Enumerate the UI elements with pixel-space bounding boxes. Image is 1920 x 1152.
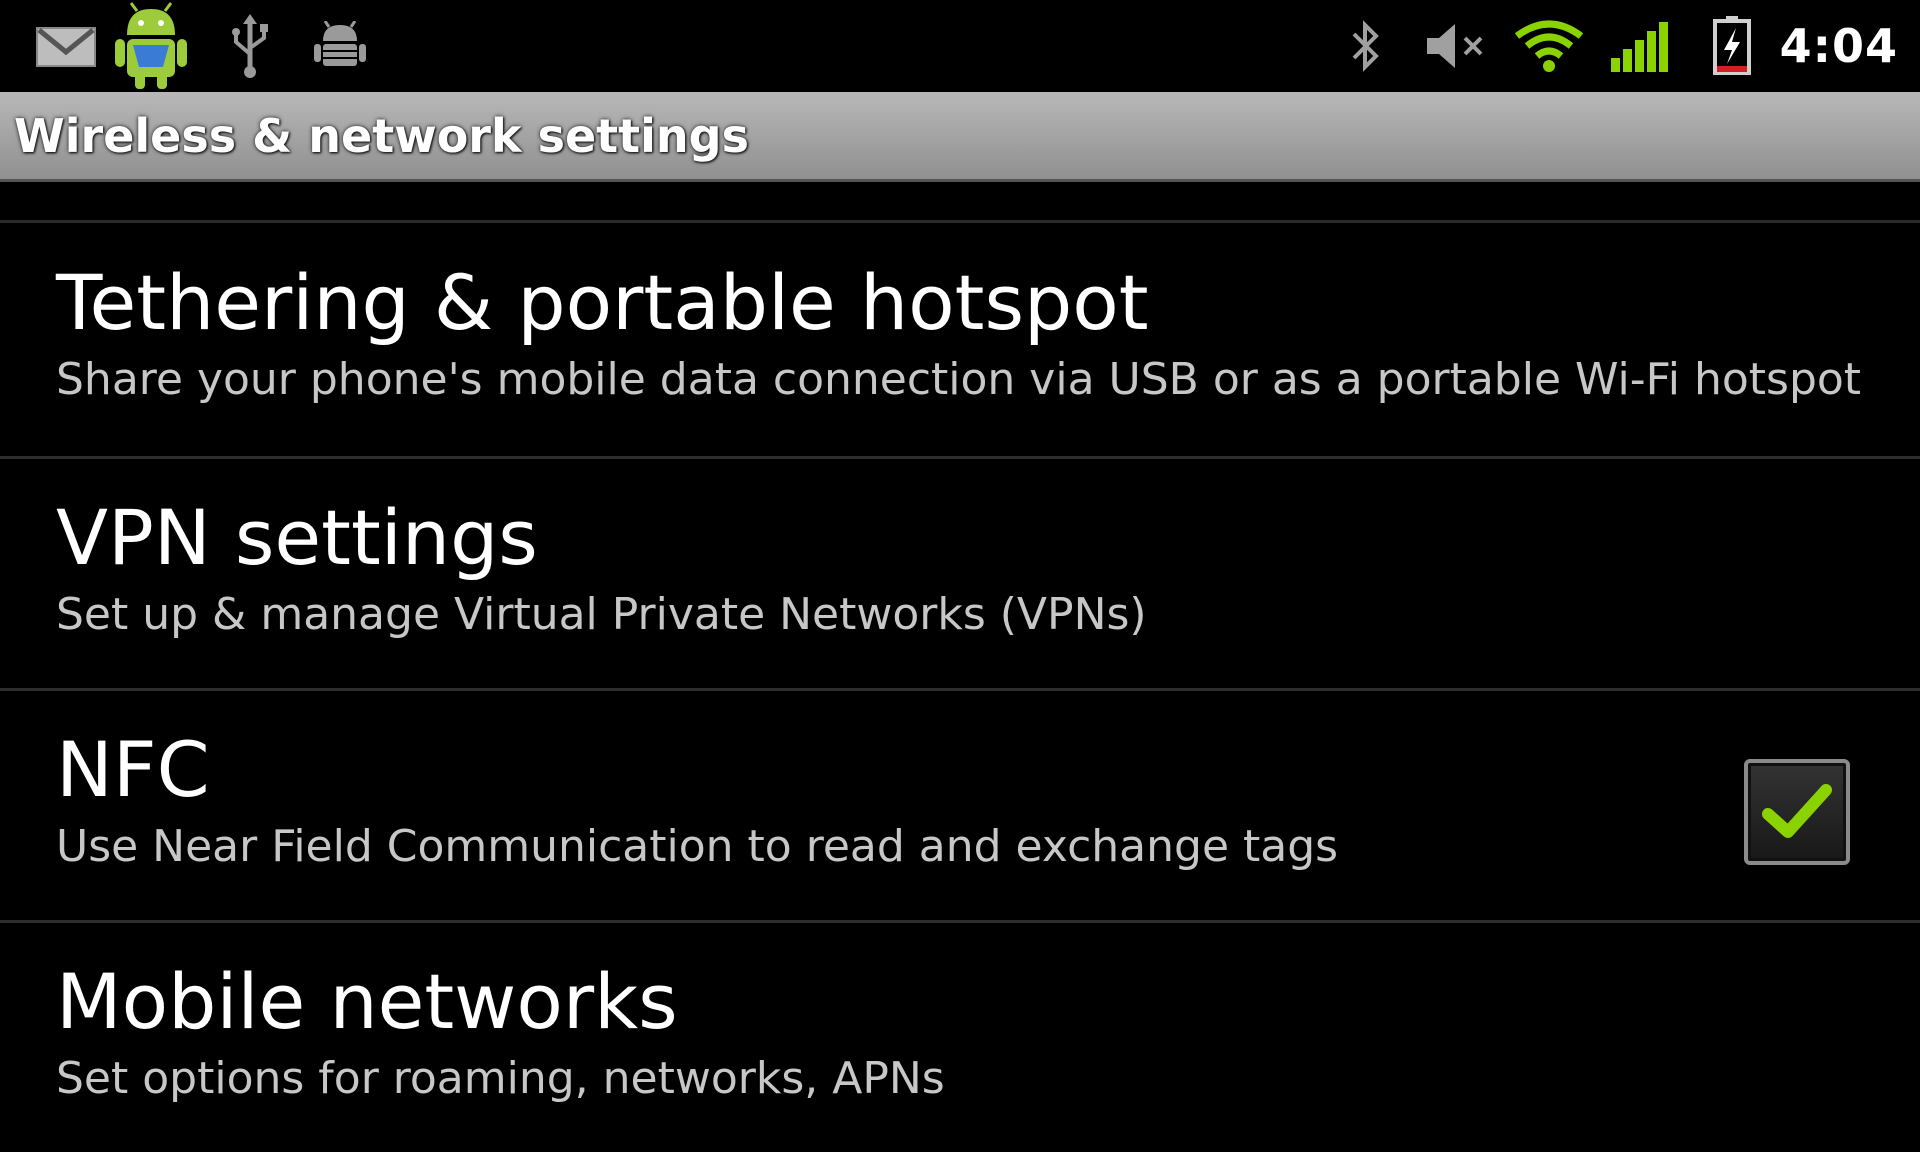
setting-title: VPN settings: [56, 493, 538, 582]
wifi-icon: [1514, 10, 1584, 82]
signal-icon: [1608, 10, 1670, 82]
battery-charging-icon: [1710, 10, 1754, 82]
title-bar: Wireless & network settings: [0, 92, 1920, 182]
nfc-checkbox[interactable]: [1744, 759, 1850, 865]
mobile-networks-item[interactable]: Mobile networks Set options for roaming,…: [0, 923, 1920, 1152]
settings-list: Tethering & portable hotspot Share your …: [0, 182, 1920, 1152]
status-clock: 4:04: [1779, 19, 1898, 73]
status-bar: 4:04: [0, 0, 1920, 92]
setting-title: NFC: [56, 725, 210, 814]
page-title: Wireless & network settings: [14, 109, 749, 163]
volume-muted-icon: [1424, 10, 1490, 82]
android-market-icon[interactable]: [112, 0, 190, 92]
tethering-hotspot-item[interactable]: Tethering & portable hotspot Share your …: [0, 224, 1920, 456]
list-divider: [0, 220, 1920, 223]
setting-summary: Share your phone's mobile data connectio…: [56, 354, 1862, 405]
vpn-settings-item[interactable]: VPN settings Set up & manage Virtual Pri…: [0, 459, 1920, 691]
usb-icon: [226, 10, 274, 82]
android-screen: 4:04 Wireless & network settings Tetheri…: [0, 0, 1920, 1152]
usb-debugging-icon: [312, 10, 368, 82]
gmail-icon[interactable]: [34, 10, 98, 82]
setting-title: Tethering & portable hotspot: [56, 258, 1149, 347]
setting-summary: Set up & manage Virtual Private Networks…: [56, 589, 1147, 640]
nfc-item[interactable]: NFC Use Near Field Communication to read…: [0, 691, 1920, 923]
checkmark-icon: [1762, 784, 1832, 838]
setting-summary: Use Near Field Communication to read and…: [56, 821, 1339, 872]
bluetooth-icon: [1344, 10, 1388, 82]
setting-summary: Set options for roaming, networks, APNs: [56, 1053, 945, 1104]
setting-title: Mobile networks: [56, 957, 678, 1046]
